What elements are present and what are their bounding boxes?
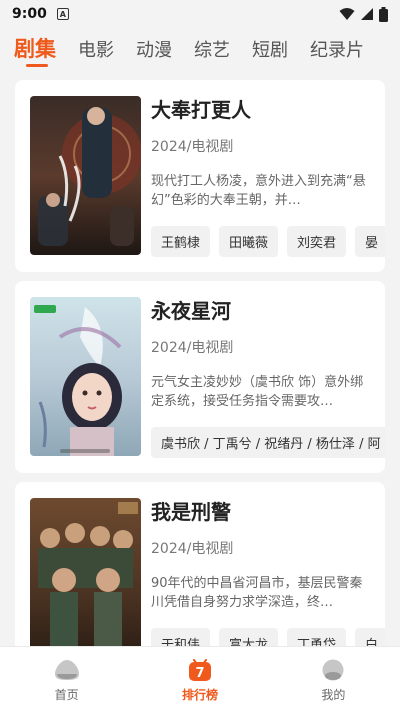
notification-icon: A [56,8,69,20]
cast-list: 王鹤棣 田曦薇 刘奕君 晏 [151,226,385,258]
show-meta: 2024/电视剧 [151,340,234,356]
nav-ranking[interactable]: 7 排行榜 [133,647,266,711]
status-time: 9:00 [12,6,47,22]
show-description: 90年代的中昌省河昌市，基层民警秦川凭借自身努力求学深造，终… [151,576,363,610]
tab-label: 短剧 [252,40,288,61]
cast-list: 于和伟 富大龙 丁勇岱 白 [151,628,385,646]
signal-icon [361,8,373,20]
active-tab-indicator [26,64,48,67]
cast-chip[interactable]: 白 [355,628,385,646]
profile-blob-icon [322,659,344,681]
show-description: 元气女主凌妙妙（虞书欣 饰）意外绑定系统，接受任务指令需要攻… [151,375,364,409]
tab-variety[interactable]: 综艺 [194,28,230,62]
show-card[interactable]: 大奉打更人 2024/电视剧 现代打工人杨凌，意外进入到充满“悬幻”色彩的大奉王… [15,80,385,272]
show-card[interactable]: 永夜星河 2024/电视剧 元气女主凌妙妙（虞书欣 饰）意外绑定系统，接受任务指… [15,281,385,473]
show-title: 永夜星河 [151,299,231,323]
tab-label: 电影 [78,40,114,61]
battery-icon [379,6,388,22]
cast-chip[interactable]: 丁勇岱 [287,628,347,646]
tab-label: 剧集 [14,37,56,61]
show-list[interactable]: 大奉打更人 2024/电视剧 现代打工人杨凌，意外进入到充满“悬幻”色彩的大奉王… [0,68,400,646]
ranking-7-icon: 7 [188,659,211,681]
show-card[interactable]: 我是刑警 2024/电视剧 90年代的中昌省河昌市，基层民警秦川凭借自身努力求学… [15,482,385,646]
show-poster[interactable] [30,498,141,646]
cast-list: 虞书欣 / 丁禹兮 / 祝绪丹 / 杨仕泽 / 阿 [151,427,385,459]
status-icons [339,6,388,22]
nav-label: 我的 [321,688,346,702]
cast-chip[interactable]: 晏 [355,226,385,257]
nav-label: 排行榜 [181,688,218,702]
tab-series[interactable]: 剧集 [14,28,56,67]
cast-chip[interactable]: 于和伟 [151,628,211,646]
home-blob-icon [54,660,79,680]
wifi-icon [339,8,355,20]
cast-chip[interactable]: 富大龙 [219,628,279,646]
nav-profile[interactable]: 我的 [267,647,400,711]
show-title: 大奉打更人 [151,98,251,122]
show-description: 现代打工人杨凌，意外进入到充满“悬幻”色彩的大奉王朝，并… [151,174,366,208]
cast-chip[interactable]: 虞书欣 / 丁禹兮 / 祝绪丹 / 杨仕泽 / 阿 [151,427,385,458]
tab-short-drama[interactable]: 短剧 [252,28,288,62]
nav-home[interactable]: 首页 [0,647,133,711]
ranking-badge-number: 7 [195,666,204,681]
status-bar: 9:00 A [0,0,400,28]
cast-chip[interactable]: 刘奕君 [287,226,347,257]
tab-movies[interactable]: 电影 [78,28,114,62]
show-poster[interactable] [30,297,141,456]
tab-label: 纪录片 [310,40,364,61]
tab-label: 综艺 [194,40,230,61]
show-meta: 2024/电视剧 [151,139,234,155]
show-poster[interactable] [30,96,141,255]
bottom-nav: 首页 7 排行榜 我的 [0,646,400,711]
tab-documentary[interactable]: 纪录片 [310,28,364,62]
show-meta: 2024/电视剧 [151,541,234,557]
tab-anime[interactable]: 动漫 [136,28,172,62]
cast-chip[interactable]: 田曦薇 [219,226,279,257]
category-tabs: 剧集 电影 动漫 综艺 短剧 纪录片 [0,28,400,68]
tab-label: 动漫 [136,40,172,61]
show-title: 我是刑警 [151,500,231,524]
nav-label: 首页 [54,688,79,702]
cast-chip[interactable]: 王鹤棣 [151,226,211,257]
